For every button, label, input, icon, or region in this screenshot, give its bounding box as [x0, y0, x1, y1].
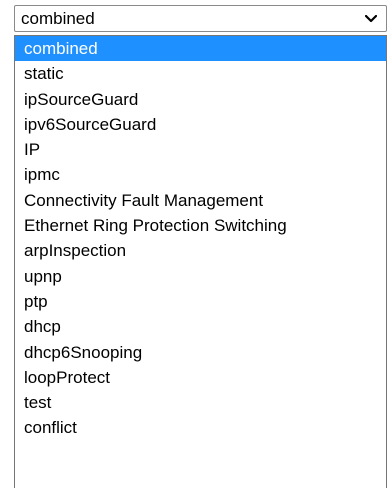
option-item[interactable]: arpInspection: [15, 238, 386, 263]
option-item[interactable]: ipmc: [15, 162, 386, 187]
option-item[interactable]: dhcp: [15, 314, 386, 339]
option-item[interactable]: dhcp6Snooping: [15, 340, 386, 365]
dropdown-select[interactable]: combined combined static ipSourceGuard i…: [14, 5, 387, 488]
option-item[interactable]: ipSourceGuard: [15, 87, 386, 112]
option-item[interactable]: static: [15, 61, 386, 86]
option-item[interactable]: ipv6SourceGuard: [15, 112, 386, 137]
option-item[interactable]: conflict: [15, 415, 386, 440]
option-item[interactable]: loopProtect: [15, 365, 386, 390]
option-item[interactable]: upnp: [15, 264, 386, 289]
option-item[interactable]: IP: [15, 137, 386, 162]
select-current-value: combined: [21, 8, 95, 28]
option-item[interactable]: ptp: [15, 289, 386, 314]
options-listbox[interactable]: combined static ipSourceGuard ipv6Source…: [14, 35, 387, 488]
option-item[interactable]: combined: [15, 36, 386, 62]
option-item[interactable]: Ethernet Ring Protection Switching: [15, 213, 386, 238]
option-item[interactable]: test: [15, 390, 386, 415]
chevron-down-icon[interactable]: [364, 12, 378, 26]
select-field[interactable]: combined: [14, 5, 387, 32]
option-item[interactable]: Connectivity Fault Management: [15, 188, 386, 213]
